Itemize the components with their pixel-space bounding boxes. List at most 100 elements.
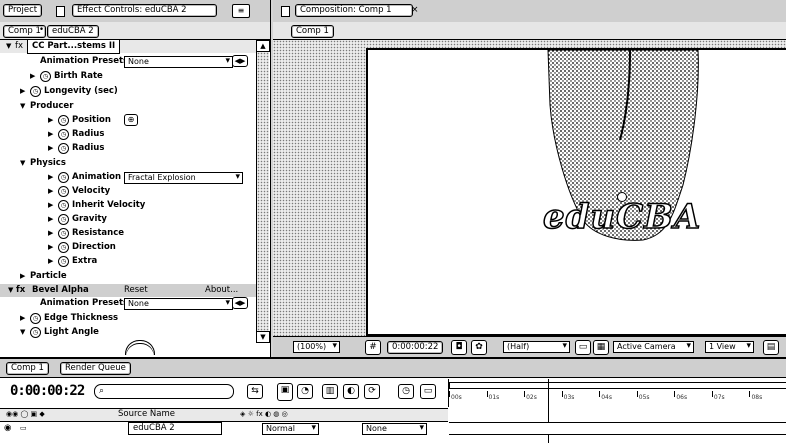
composition-frame[interactable]: eduCBA <box>366 48 786 336</box>
disclosure-triangle-icon[interactable]: ▼ <box>20 327 25 338</box>
transparency-grid-icon[interactable]: ▦ <box>593 340 609 355</box>
live-update-icon[interactable]: ▭ <box>420 384 436 399</box>
disclosure-triangle-icon[interactable]: ▶ <box>48 228 53 239</box>
animation-select[interactable]: Fractal Explosion <box>124 172 243 184</box>
effect-rows: Animation PresetsNone◀▶▶◷Birth Rate▶◷Lon… <box>0 0 256 357</box>
composition-panel: Composition: Comp 1 × Comp 1 eduCBA (100… <box>273 0 786 357</box>
disclosure-triangle-icon[interactable]: ▼ <box>20 101 25 112</box>
region-icon[interactable]: ▭ <box>575 340 591 355</box>
stopwatch-icon[interactable]: ◷ <box>58 143 69 154</box>
tab-comp[interactable]: Comp 1 <box>6 362 49 375</box>
effect-row: ▶ ◷ Velocity <box>0 185 256 198</box>
effect-row: ▶ ◷ Position ⊕ <box>0 114 256 127</box>
view-layout-select[interactable]: 1 View <box>705 341 754 353</box>
scroll-down-button[interactable]: ▼ <box>256 331 270 343</box>
grid-icon[interactable]: # <box>365 340 381 355</box>
preset-nav-icon[interactable]: ◀▶ <box>232 55 248 67</box>
scrollbar[interactable] <box>256 40 269 343</box>
stopwatch-icon[interactable]: ◷ <box>58 242 69 253</box>
frame-blending-icon[interactable]: ▥ <box>322 384 338 399</box>
ruler-tick <box>524 391 526 397</box>
view-layout-value: 1 View <box>709 342 736 351</box>
disclosure-triangle-icon[interactable]: ▶ <box>30 71 35 82</box>
position-target-icon[interactable]: ⊕ <box>124 114 138 126</box>
time-ruler[interactable]: 00s 01s 02s 03s 04s 05s 06s 07s 08s <box>448 379 786 443</box>
stopwatch-icon[interactable]: ◷ <box>58 172 69 183</box>
work-area-bar[interactable] <box>449 382 786 389</box>
preset-nav-icon[interactable]: ◀▶ <box>232 297 248 309</box>
effect-row: ▶ ◷ Animation Fractal Explosion <box>0 171 256 184</box>
viewer-canvas[interactable]: eduCBA <box>273 40 786 337</box>
stopwatch-icon[interactable]: ◷ <box>58 228 69 239</box>
viewer-breadcrumb: Comp 1 <box>273 22 786 40</box>
disclosure-triangle-icon[interactable]: ▶ <box>48 200 53 211</box>
stopwatch-icon[interactable]: ◷ <box>58 115 69 126</box>
ruler-tick <box>711 391 713 397</box>
stopwatch-icon[interactable]: ◷ <box>58 129 69 140</box>
breadcrumb-comp[interactable]: Comp 1 <box>291 25 334 38</box>
zoom-select[interactable]: (100%) <box>293 341 340 353</box>
reset-link[interactable]: Reset <box>124 285 148 296</box>
fx-badge[interactable]: fx <box>16 285 25 296</box>
animation-value: Fractal Explosion <box>128 173 196 182</box>
viewer-options-icon[interactable]: ▤ <box>763 340 779 355</box>
stopwatch-icon[interactable]: ◷ <box>30 313 41 324</box>
hide-shy-icon[interactable]: ◔ <box>297 384 313 399</box>
disclosure-triangle-icon[interactable]: ▶ <box>20 313 25 324</box>
lock-icon[interactable] <box>281 6 290 17</box>
layer-visibility-icon[interactable]: ◉ <box>4 423 11 434</box>
color-icon[interactable]: ✿ <box>471 340 487 355</box>
layer-mode-select[interactable]: Normal <box>262 423 319 435</box>
layer-search[interactable]: ⌕ <box>94 384 234 399</box>
tab-render-queue[interactable]: Render Queue <box>60 362 131 375</box>
disclosure-triangle-icon[interactable]: ▶ <box>48 186 53 197</box>
effect-row: ▶ ◷ Longevity (sec) <box>0 85 256 98</box>
effect-property-label: Animation <box>72 172 122 182</box>
disclosure-triangle-icon[interactable]: ▼ <box>8 285 13 296</box>
effect-row: ▶ ◷ Radius <box>0 128 256 141</box>
disclosure-triangle-icon[interactable]: ▶ <box>48 242 53 253</box>
stopwatch-icon[interactable]: ◷ <box>58 186 69 197</box>
stopwatch-icon[interactable]: ◷ <box>30 86 41 97</box>
disclosure-triangle-icon[interactable]: ▶ <box>20 271 25 282</box>
stopwatch-icon[interactable]: ◷ <box>40 71 51 82</box>
stopwatch-icon[interactable]: ◷ <box>58 214 69 225</box>
preset-select[interactable]: None <box>124 56 233 68</box>
composition-navigator-icon[interactable]: ⇆ <box>247 384 263 399</box>
disclosure-triangle-icon[interactable]: ▶ <box>20 86 25 97</box>
stopwatch-icon[interactable]: ◷ <box>58 256 69 267</box>
brainstorm-icon[interactable]: ⟳ <box>364 384 380 399</box>
effect-row: ▶ ◷ Inherit Velocity <box>0 199 256 212</box>
stopwatch-icon[interactable]: ◷ <box>58 200 69 211</box>
camera-icon[interactable]: ◘ <box>451 340 467 355</box>
tab-composition[interactable]: Composition: Comp 1 <box>295 4 413 17</box>
disclosure-triangle-icon[interactable]: ▶ <box>48 256 53 267</box>
layer-name[interactable]: eduCBA 2 <box>128 422 222 435</box>
timecode-display[interactable]: 0:00:00:22 <box>387 341 444 354</box>
about-link[interactable]: About... <box>205 285 238 296</box>
camera-select[interactable]: Active Camera <box>613 341 694 353</box>
ruler-label: 07s <box>713 394 725 401</box>
disclosure-triangle-icon[interactable]: ▶ <box>48 115 53 126</box>
stopwatch-icon[interactable]: ◷ <box>30 327 41 338</box>
timecode[interactable]: 0:00:00:22 <box>10 383 85 399</box>
column-source-name[interactable]: Source Name <box>118 409 175 420</box>
crosshair-icon[interactable] <box>617 192 627 202</box>
preset-select[interactable]: None <box>124 298 233 310</box>
scroll-up-button[interactable]: ▲ <box>256 40 270 52</box>
resolution-select[interactable]: (Half) <box>503 341 570 353</box>
layer-row[interactable]: ◉ ▭ eduCBA 2 Normal None <box>0 422 448 435</box>
parent-select[interactable]: None <box>362 423 427 435</box>
disclosure-triangle-icon[interactable]: ▶ <box>48 172 53 183</box>
close-icon[interactable]: × <box>411 4 421 16</box>
disclosure-triangle-icon[interactable]: ▶ <box>48 214 53 225</box>
ruler-label: 01s <box>488 394 500 401</box>
draft-3d-icon[interactable]: ▣ <box>277 383 293 401</box>
motion-blur-icon[interactable]: ◐ <box>343 384 359 399</box>
layer-duration-bar[interactable] <box>449 422 786 435</box>
disclosure-triangle-icon[interactable]: ▶ <box>48 129 53 140</box>
disclosure-triangle-icon[interactable]: ▼ <box>20 158 25 169</box>
disclosure-triangle-icon[interactable]: ▶ <box>48 143 53 154</box>
column-switch-icons: ◉◉ ◯ ▣ ◆ <box>6 410 45 418</box>
graph-editor-icon[interactable]: ◷ <box>398 384 414 399</box>
